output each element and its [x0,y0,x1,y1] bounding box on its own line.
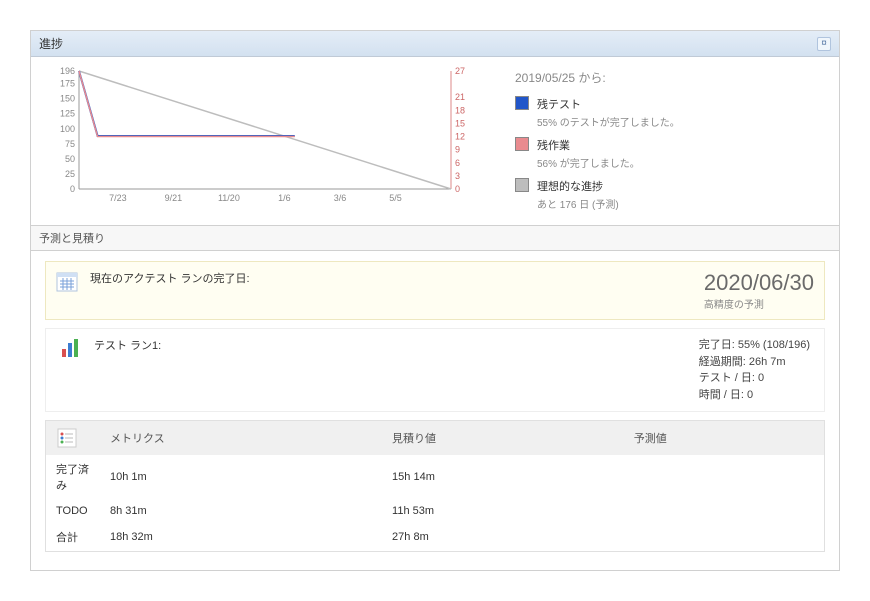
table-header-row: メトリクス 見積り値 予測値 [46,421,824,455]
svg-text:9/21: 9/21 [165,193,183,203]
svg-text:11/20: 11/20 [218,193,240,203]
table-row: TODO8h 31m11h 53m [46,499,824,523]
svg-text:25: 25 [65,169,75,179]
completion-date-row: 現在のアクテスト ランの完了日: 2020/06/30 高精度の予測 [45,261,825,320]
chart-area: 0 25 50 75 100 125 150 175 196 0 3 6 9 12 15 18 21 27 7/23… [31,57,839,225]
svg-text:6: 6 [455,158,460,168]
svg-text:5/5: 5/5 [389,193,402,203]
legend-title: 残テスト [537,96,680,112]
svg-text:1/6: 1/6 [278,193,291,203]
legend-item: 理想的な進捗あと 176 日 (予測) [515,178,680,211]
svg-text:196: 196 [60,67,75,76]
svg-text:100: 100 [60,124,75,134]
completion-sub: 高精度の予測 [704,296,814,311]
testrun-stats: 完了日: 55% (108/196)経過期間: 26h 7mテスト / 日: 0… [699,337,810,403]
legend-swatch [515,96,529,110]
collapse-icon[interactable]: ¤ [817,37,831,51]
testrun-label: テスト ラン1: [94,337,161,353]
svg-text:27: 27 [455,67,465,76]
list-icon [56,427,78,449]
col-forecast: 予測値 [624,421,824,455]
stat-line: 時間 / 日: 0 [699,387,810,404]
legend-title: 残作業 [537,137,640,153]
svg-text:150: 150 [60,94,75,104]
svg-text:50: 50 [65,154,75,164]
svg-text:15: 15 [455,118,465,128]
svg-text:9: 9 [455,145,460,155]
table-row: 完了済み10h 1m15h 14m [46,455,824,499]
legend-item: 残テスト 55% のテストが完了しました。 [515,96,680,129]
svg-text:12: 12 [455,132,465,142]
svg-text:21: 21 [455,92,465,102]
legend-sub: 55% のテストが完了しました。 [537,114,680,129]
progress-title: 進捗 [39,35,63,52]
completion-label: 現在のアクテスト ランの完了日: [90,270,250,286]
svg-text:7/23: 7/23 [109,193,127,203]
stat-line: 完了日: 55% (108/196) [699,337,810,354]
progress-panel: 進捗 ¤ 0 25 50 75 100 125 150 175 196 0 3 6 9 12 15 18 21 2… [30,30,840,571]
svg-text:3: 3 [455,171,460,181]
svg-text:75: 75 [65,139,75,149]
legend-item: 残作業 56% が完了しました。 [515,137,680,170]
legend-swatch [515,137,529,151]
svg-text:3/6: 3/6 [334,193,347,203]
calendar-icon [56,270,78,292]
svg-text:175: 175 [60,79,75,89]
metrics-table: メトリクス 見積り値 予測値 完了済み10h 1m15h 14mTODO8h 3… [45,420,825,552]
legend-swatch [515,178,529,192]
testrun-row: テスト ラン1: 完了日: 55% (108/196)経過期間: 26h 7mテ… [45,328,825,412]
burndown-chart: 0 25 50 75 100 125 150 175 196 0 3 6 9 12 15 18 21 27 7/23… [45,67,475,207]
svg-text:18: 18 [455,105,465,115]
legend-from-date: 2019/05/25 から: [515,69,680,86]
svg-text:0: 0 [455,184,460,194]
progress-header: 進捗 ¤ [31,31,839,57]
table-row: 合計18h 32m27h 8m [46,523,824,551]
stat-line: テスト / 日: 0 [699,370,810,387]
legend-sub: あと 176 日 (予測) [537,196,619,211]
barchart-icon [60,337,82,359]
chart-legend: 2019/05/25 から: 残テスト 55% のテストが完了しました。残作業 56… [515,67,680,219]
col-estimate: 見積り値 [382,421,624,455]
svg-text:125: 125 [60,109,75,119]
col-metrics: メトリクス [100,421,382,455]
completion-date: 2020/06/30 [704,270,814,296]
svg-text:0: 0 [70,184,75,194]
legend-sub: 56% が完了しました。 [537,155,640,170]
stat-line: 経過期間: 26h 7m [699,354,810,371]
forecast-header: 予測と見積り [31,225,839,251]
legend-title: 理想的な進捗 [537,178,619,194]
